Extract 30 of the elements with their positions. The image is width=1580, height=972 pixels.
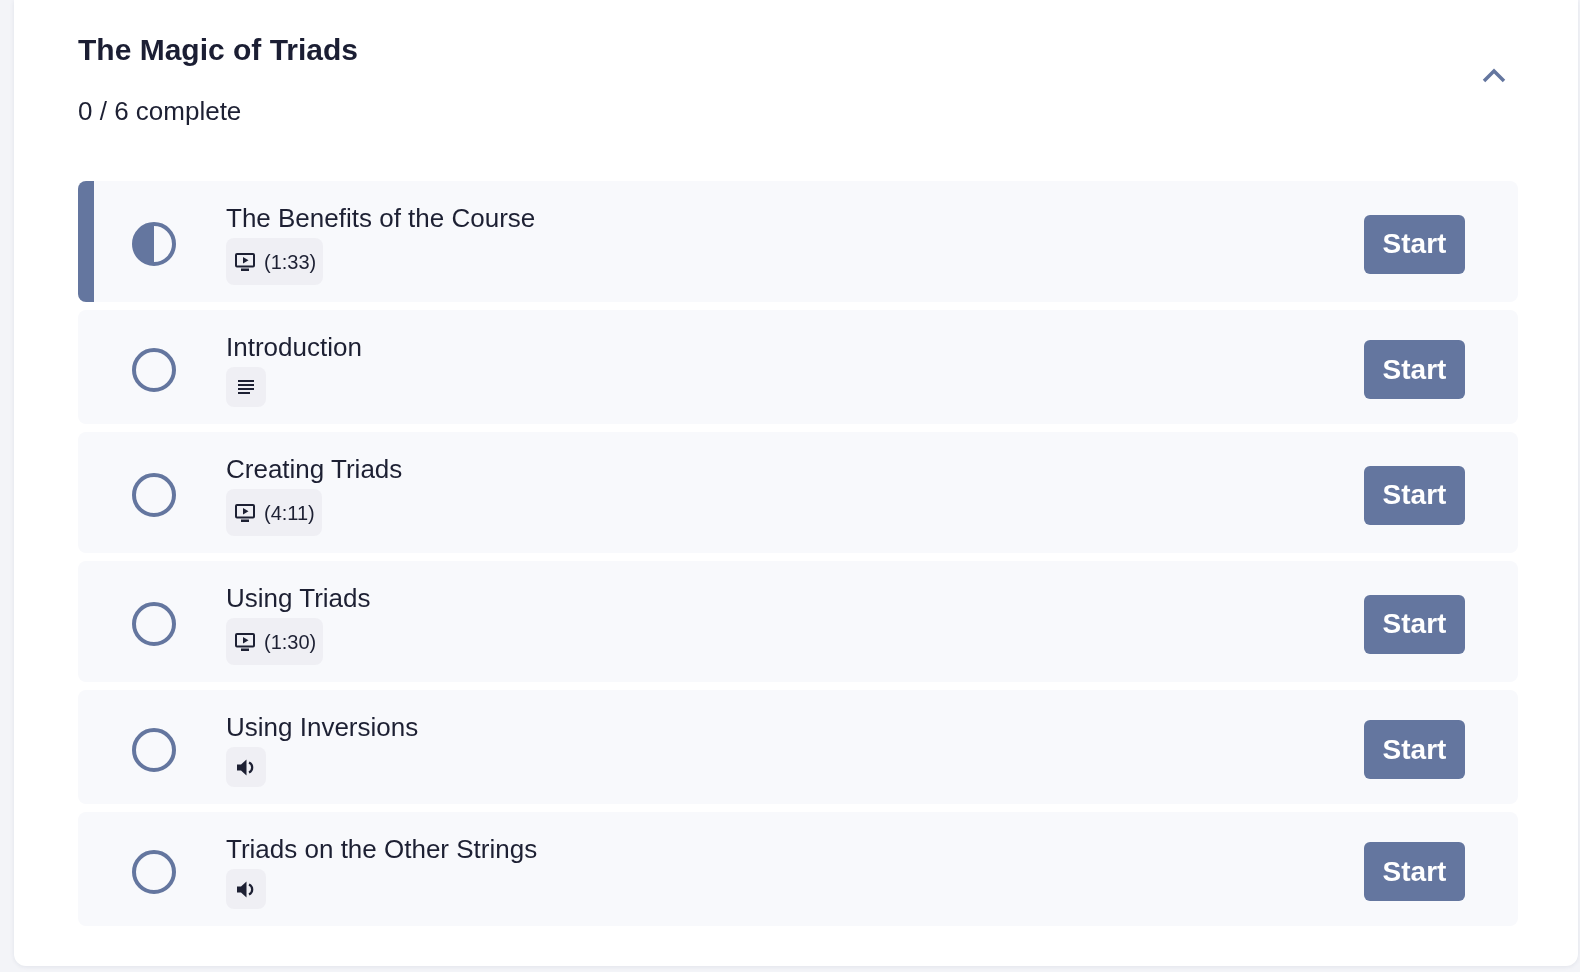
chevron-icon[interactable] bbox=[1482, 68, 1506, 83]
video-icon bbox=[235, 252, 255, 271]
lesson-row[interactable]: Introduction Start bbox=[78, 310, 1518, 424]
start-button[interactable]: Start bbox=[1364, 340, 1465, 399]
start-button[interactable]: Start bbox=[1364, 214, 1465, 274]
lesson-title: Using Inversions bbox=[226, 712, 419, 742]
lesson-title: The Benefits of the Course bbox=[226, 203, 536, 233]
section-title: The Magic of Triads bbox=[78, 32, 359, 68]
start-button[interactable]: Start bbox=[1364, 594, 1465, 654]
lesson-title: Creating Triads bbox=[226, 454, 403, 484]
lesson-row[interactable]: Using Triads (1:30) Start bbox=[78, 561, 1518, 682]
lesson-title: Using Triads bbox=[226, 583, 371, 613]
duration-text: (4:11) bbox=[264, 500, 315, 525]
lesson-row[interactable]: The Benefits of the Course (1:33) Start bbox=[78, 181, 1518, 302]
video-icon bbox=[235, 503, 255, 522]
start-button[interactable]: Start bbox=[1364, 465, 1465, 525]
start-button[interactable]: Start bbox=[1364, 842, 1465, 901]
lesson-row[interactable]: Creating Triads (4:11) Start bbox=[78, 432, 1518, 553]
lesson-row[interactable]: Triads on the Other Strings Start bbox=[78, 812, 1518, 926]
start-button[interactable]: Start bbox=[1364, 720, 1465, 779]
duration-text: (1:33) bbox=[264, 249, 317, 274]
text-lines-icon bbox=[238, 380, 254, 394]
speaker-icon bbox=[237, 880, 255, 898]
lesson-title: Triads on the Other Strings bbox=[226, 834, 538, 864]
progress-text: 0 / 6 complete bbox=[78, 95, 243, 127]
video-icon bbox=[235, 632, 255, 651]
duration-text: (1:30) bbox=[264, 629, 317, 654]
speaker-icon bbox=[237, 758, 255, 776]
lesson-row[interactable]: Using Inversions Start bbox=[78, 690, 1518, 804]
lesson-title: Introduction bbox=[226, 332, 362, 362]
